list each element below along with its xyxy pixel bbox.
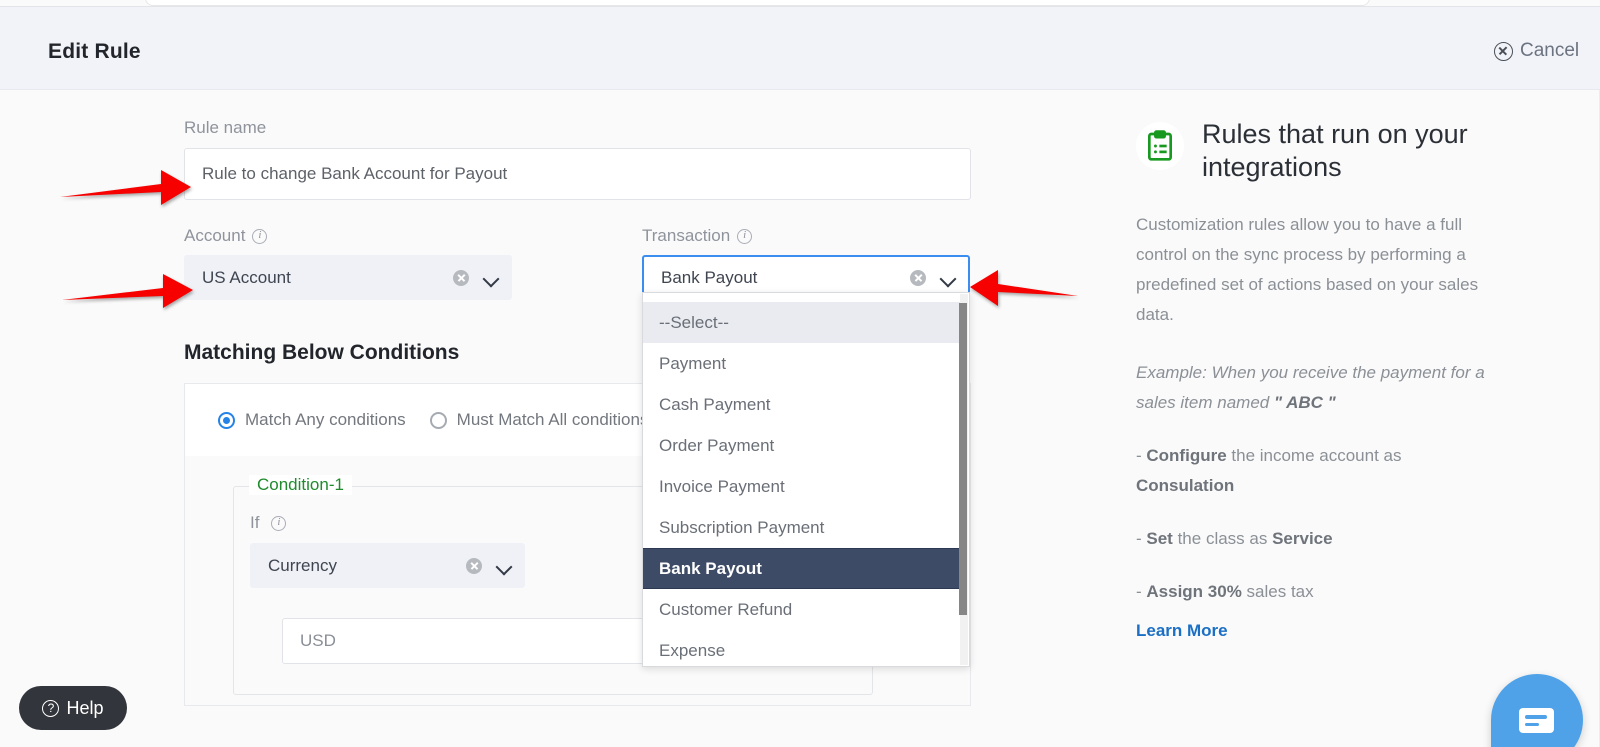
clear-circle-icon[interactable] — [910, 270, 926, 286]
transaction-value: Bank Payout — [661, 268, 758, 287]
bullet-dash: - — [1136, 582, 1147, 601]
question-circle-icon: ? — [42, 699, 60, 717]
transaction-label-text: Transaction — [642, 226, 731, 245]
info-icon[interactable] — [271, 514, 287, 531]
annotation-arrow-account — [62, 274, 193, 308]
info-panel-heading: Rules that run on your integrations — [1202, 119, 1468, 182]
annotation-arrow-transaction — [970, 270, 1078, 306]
cancel-button[interactable]: Cancel — [1494, 40, 1579, 62]
bullet-dash: - — [1136, 529, 1147, 548]
example-bold: " ABC " — [1273, 393, 1336, 412]
transaction-label: Transaction — [642, 226, 970, 246]
info-bullet: - Assign 30% sales tax — [1136, 577, 1476, 607]
account-value: US Account — [202, 267, 291, 287]
cancel-label: Cancel — [1520, 40, 1580, 61]
bullet-mid: sales tax — [1241, 582, 1314, 601]
radio-button[interactable] — [429, 411, 447, 429]
radio-match-any[interactable]: Match Any conditions — [218, 410, 406, 430]
radio-match-all-label: Must Match All conditions — [456, 410, 649, 429]
info-bullet: - Set the class as Service — [1136, 524, 1476, 554]
close-circle-icon — [1494, 41, 1513, 61]
bullet-bold-1: Assign 30% — [1146, 582, 1242, 601]
bullet-bold-2: Service — [1272, 529, 1333, 548]
info-icon[interactable] — [252, 227, 268, 244]
dropdown-option-selected[interactable]: Bank Payout — [643, 548, 961, 589]
help-button[interactable]: ? Help — [19, 686, 127, 730]
account-select[interactable]: US Account — [184, 255, 512, 300]
dropdown-option[interactable]: Customer Refund — [643, 589, 961, 630]
dropdown-scrollbar-track[interactable] — [959, 294, 968, 665]
rule-name-value: Rule to change Bank Account for Payout — [202, 164, 508, 183]
chat-bubble-icon — [1519, 708, 1554, 733]
account-label-text: Account — [184, 226, 246, 245]
rule-name-label-text: Rule name — [184, 118, 267, 137]
condition-value-input[interactable]: USD — [282, 618, 702, 664]
transaction-dropdown-menu[interactable]: --Select-- Payment Cash Payment Order Pa… — [642, 292, 970, 667]
dropdown-option-list: --Select-- Payment Cash Payment Order Pa… — [643, 293, 961, 666]
bullet-mid: the class as — [1172, 529, 1273, 548]
learn-more-link[interactable]: Learn More — [1136, 621, 1228, 641]
dropdown-option[interactable]: Order Payment — [643, 425, 961, 466]
info-panel-body: Customization rules allow you to have a … — [1136, 215, 1479, 324]
dropdown-option[interactable]: Cash Payment — [643, 384, 961, 425]
dropdown-option[interactable]: Expense — [643, 630, 961, 666]
condition-field-value: Currency — [268, 555, 337, 575]
account-label: Account — [184, 226, 512, 246]
condition-field-select[interactable]: Currency — [250, 543, 525, 588]
help-label: Help — [66, 697, 104, 718]
chevron-down-icon[interactable] — [940, 270, 956, 286]
bullet-bold-1: Configure — [1146, 446, 1227, 465]
rule-name-input[interactable]: Rule to change Bank Account for Payout — [184, 148, 971, 200]
if-label-text: If — [250, 513, 260, 532]
chevron-down-icon[interactable] — [496, 558, 512, 574]
account-transaction-row: Account US Account Transaction Bank Payo… — [184, 226, 984, 667]
bullet-bold-1: Set — [1146, 529, 1173, 548]
condition-legend: Condition-1 — [249, 475, 352, 495]
page-header: Edit Rule Cancel — [0, 7, 1600, 90]
clear-circle-icon[interactable] — [466, 557, 482, 574]
clipboard-list-icon — [1136, 122, 1184, 170]
dropdown-option[interactable]: --Select-- — [643, 302, 961, 343]
bullet-bold-2: Consulation — [1136, 476, 1235, 495]
dropdown-option[interactable]: Subscription Payment — [643, 507, 961, 548]
account-field-group: Account US Account — [184, 226, 512, 301]
dropdown-scrollbar-thumb[interactable] — [959, 303, 967, 615]
rule-form: Rule name Rule to change Bank Account fo… — [184, 118, 984, 706]
dropdown-option[interactable]: Invoice Payment — [643, 466, 961, 507]
info-panel: Rules that run on your integrations Cust… — [1136, 118, 1536, 641]
info-panel-example: Example: When you receive the payment fo… — [1136, 358, 1511, 418]
edit-rule-page: Edit Rule Cancel Rule name Rule to chang… — [0, 0, 1600, 747]
transaction-field-group: Transaction Bank Payout --Select-- Payme… — [642, 226, 970, 667]
radio-match-all[interactable]: Must Match All conditions — [429, 410, 649, 430]
info-panel-header: Rules that run on your integrations — [1136, 118, 1536, 184]
clear-circle-icon[interactable] — [453, 269, 469, 286]
bullet-dash: - — [1136, 446, 1147, 465]
chat-launcher-button[interactable] — [1491, 674, 1583, 747]
dropdown-option[interactable]: Payment — [643, 343, 961, 384]
rule-name-label: Rule name — [184, 118, 984, 138]
annotation-arrow-rule-name — [60, 170, 191, 205]
page-title: Edit Rule — [48, 40, 141, 63]
condition-value-text: USD — [300, 631, 336, 650]
bullet-mid: the income account as — [1226, 446, 1402, 465]
chevron-down-icon[interactable] — [483, 270, 499, 286]
radio-match-any-label: Match Any conditions — [245, 410, 406, 429]
info-icon[interactable] — [737, 227, 753, 244]
radio-button-selected[interactable] — [218, 411, 235, 429]
info-bullet: - Configure the income account as Consul… — [1136, 441, 1476, 501]
